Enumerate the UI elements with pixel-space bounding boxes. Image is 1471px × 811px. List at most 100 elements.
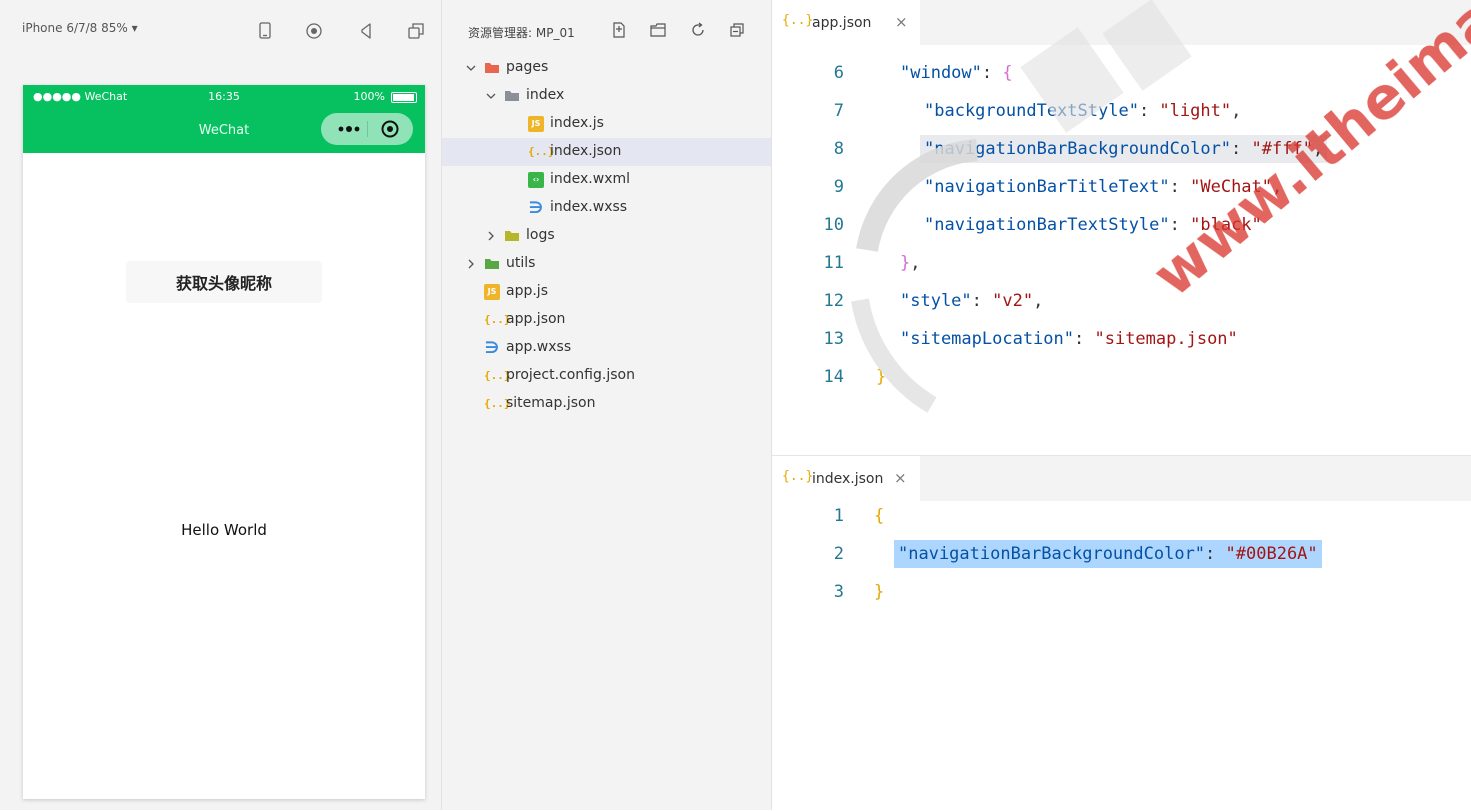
folder-pages-icon: [484, 60, 500, 76]
new-folder-icon[interactable]: [649, 21, 667, 39]
code-line: }: [870, 578, 888, 606]
tree-item-label: index.json: [550, 143, 622, 159]
line-number: 14: [823, 367, 844, 387]
new-file-icon[interactable]: [610, 21, 628, 39]
code-token: "#00B26A": [1225, 544, 1318, 564]
json-file-icon: {..}: [484, 369, 511, 382]
json-file-icon: {..}: [484, 313, 511, 326]
editor-index-json: {..} index.json × 1 {2 "navigationBarBackg…: [772, 455, 1471, 811]
chevron-down-icon[interactable]: [484, 89, 498, 103]
code-token: :: [1074, 329, 1095, 349]
tree-item-project-config-json[interactable]: {..} project.config.json: [442, 362, 771, 390]
js-file-icon: JS: [528, 116, 544, 132]
get-avatar-nickname-button[interactable]: 获取头像昵称: [126, 261, 322, 303]
code-line: "navigationBarBackgroundColor": "#fff",: [920, 135, 1328, 163]
code-token: "navigationBarTitleText": [924, 177, 1170, 197]
code-token: :: [1169, 215, 1191, 235]
code-token: "style": [900, 291, 972, 311]
tree-item-label: index.js: [550, 115, 604, 131]
tree-item-index-wxss[interactable]: ∋ index.wxss: [442, 194, 771, 222]
tree-item-label: index.wxss: [550, 199, 628, 215]
status-bar: ●●●●● WeChat 16:35 100%: [23, 85, 425, 107]
navigation-bar: WeChat: [23, 107, 425, 153]
line-number: 3: [833, 582, 844, 602]
json-file-icon: {..}: [484, 397, 511, 410]
code-token: "#fff": [1251, 139, 1313, 159]
code-token: :: [981, 63, 1003, 83]
folder-icon: [504, 88, 520, 104]
chevron-right-icon[interactable]: [484, 229, 498, 243]
code-line: "style": "v2",: [896, 287, 1047, 315]
tree-item-index-wxml[interactable]: ‹› index.wxml: [442, 166, 771, 194]
tree-item-label: utils: [506, 255, 536, 271]
folder-utils-icon: [484, 256, 500, 272]
phone-rotate-icon[interactable]: [254, 20, 276, 42]
json-file-icon: {..}: [782, 469, 814, 484]
code-token: {: [874, 506, 885, 526]
code-token: "v2": [992, 291, 1034, 311]
line-number: 12: [823, 291, 844, 311]
collapse-all-icon[interactable]: [728, 21, 746, 39]
chevron-down-icon[interactable]: [464, 61, 478, 75]
code-token: ,: [1231, 101, 1242, 121]
code-token: "navigationBarBackgroundColor": [898, 544, 1206, 564]
menu-capsule: [321, 113, 413, 145]
close-tab-icon[interactable]: ×: [894, 469, 907, 487]
status-battery-percent: 100%: [353, 90, 385, 103]
line-number: 6: [833, 63, 844, 83]
code-token: "backgroundTextStyle": [924, 101, 1139, 121]
tab-index-json[interactable]: {..} index.json ×: [772, 456, 920, 501]
close-tab-icon[interactable]: ×: [895, 13, 908, 31]
battery-icon: [391, 92, 417, 103]
file-tree: pages index JS index.js {..} index.json ‹› inde…: [442, 54, 771, 418]
tree-item-app-wxss[interactable]: ∋ app.wxss: [442, 334, 771, 362]
tree-item-label: index.wxml: [550, 171, 631, 187]
chevron-right-icon[interactable]: [464, 257, 478, 271]
tree-item-label: logs: [526, 227, 555, 243]
tree-item-index-json[interactable]: {..} index.json: [442, 138, 771, 166]
line-number: 10: [823, 215, 844, 235]
line-number: 13: [823, 329, 844, 349]
close-miniprogram-icon[interactable]: [375, 117, 405, 141]
tab-bar: {..} app.json ×: [772, 0, 1471, 45]
line-number: 8: [833, 139, 844, 159]
code-token: :: [1169, 177, 1191, 197]
code-token: ,: [1312, 139, 1324, 159]
wxss-file-icon: ∋: [484, 338, 500, 357]
record-icon[interactable]: [303, 20, 325, 42]
device-select[interactable]: iPhone 6/7/8 85% ▾: [22, 21, 138, 35]
code-area[interactable]: 1 {2 "navigationBarBackgroundColor": "#00B…: [772, 499, 1471, 799]
tree-item-label: pages: [506, 59, 549, 75]
detach-window-icon[interactable]: [405, 20, 427, 42]
json-file-icon: {..}: [782, 13, 814, 28]
code-line: "navigationBarTextStyle": "black": [920, 211, 1266, 239]
volume-icon[interactable]: [355, 20, 377, 42]
tree-item-index-js[interactable]: JS index.js: [442, 110, 771, 138]
simulator-pane: iPhone 6/7/8 85% ▾ ●●●●● WeChat 16:35 10…: [0, 0, 442, 810]
tree-item-pages[interactable]: pages: [442, 54, 771, 82]
wxml-file-icon: ‹›: [528, 172, 544, 188]
code-token: }: [876, 367, 887, 387]
tree-item-app-js[interactable]: JS app.js: [442, 278, 771, 306]
code-token: "WeChat": [1190, 177, 1273, 197]
code-token: "light": [1159, 101, 1232, 121]
tree-item-label: app.wxss: [506, 339, 572, 355]
code-token: }: [900, 253, 911, 273]
code-token: :: [1205, 544, 1226, 564]
more-icon[interactable]: [331, 117, 367, 141]
tree-item-index[interactable]: index: [442, 82, 771, 110]
tree-item-sitemap-json[interactable]: {..} sitemap.json: [442, 390, 771, 418]
code-line: "sitemapLocation": "sitemap.json": [896, 325, 1242, 353]
refresh-icon[interactable]: [689, 21, 707, 39]
tab-app-json[interactable]: {..} app.json ×: [772, 0, 920, 45]
code-token: "navigationBarBackgroundColor": [924, 139, 1232, 159]
tree-item-utils[interactable]: utils: [442, 250, 771, 278]
tree-item-label: project.config.json: [506, 367, 635, 383]
code-line: }: [872, 363, 890, 391]
tree-item-app-json[interactable]: {..} app.json: [442, 306, 771, 334]
code-area[interactable]: 6 "window": {7 "backgroundTextStyle": "lig…: [772, 56, 1471, 446]
tab-bar: {..} index.json ×: [772, 456, 1471, 501]
tree-item-logs[interactable]: logs: [442, 222, 771, 250]
phone-screen: ●●●●● WeChat 16:35 100% WeChat 获取头像昵称 He…: [23, 85, 425, 799]
code-line: {: [870, 502, 888, 530]
